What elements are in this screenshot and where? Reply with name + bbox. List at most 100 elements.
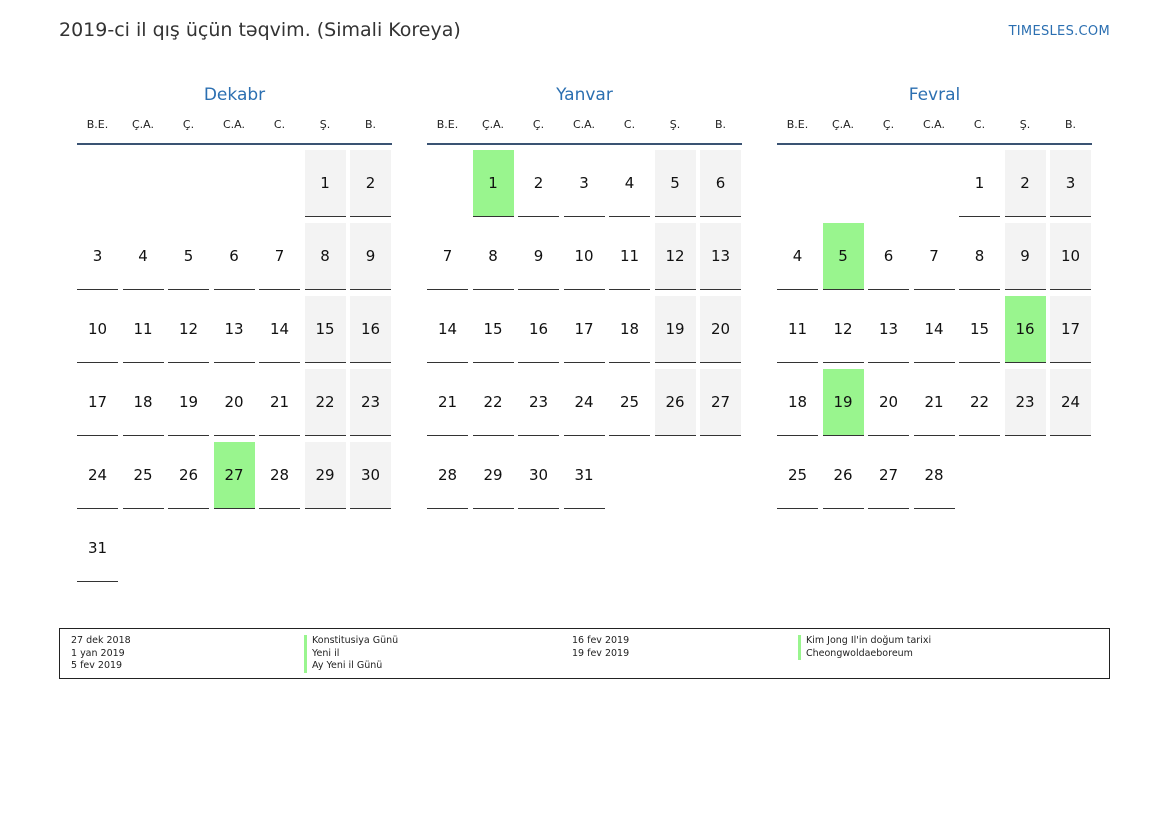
weekday-label: B.E.: [436, 118, 459, 131]
day-cell[interactable]: 12: [654, 223, 696, 290]
day-cell[interactable]: 22: [472, 369, 514, 436]
day-cell[interactable]: 9: [518, 223, 559, 290]
holiday-day-cell[interactable]: 5: [822, 223, 864, 290]
day-cell[interactable]: 3: [563, 150, 605, 217]
weekday-label: Ç.: [532, 118, 545, 131]
day-cell[interactable]: 17: [77, 369, 118, 436]
day-cell[interactable]: 1: [959, 150, 1000, 217]
day-cell[interactable]: 10: [563, 223, 605, 290]
day-cell[interactable]: 2: [350, 150, 391, 217]
day-cell[interactable]: 18: [777, 369, 818, 436]
day-cell[interactable]: 25: [609, 369, 650, 436]
day-cell[interactable]: 3: [1050, 150, 1091, 217]
day-cell[interactable]: 9: [350, 223, 391, 290]
day-cell[interactable]: 8: [304, 223, 346, 290]
day-cell[interactable]: 28: [259, 442, 300, 509]
day-cell[interactable]: 3: [77, 223, 118, 290]
day-cell[interactable]: 6: [868, 223, 909, 290]
day-cell[interactable]: 14: [913, 296, 955, 363]
day-cell[interactable]: 27: [868, 442, 909, 509]
day-cell[interactable]: 17: [1050, 296, 1091, 363]
day-cell[interactable]: 23: [350, 369, 391, 436]
day-cell[interactable]: 5: [168, 223, 209, 290]
day-cell[interactable]: 25: [122, 442, 164, 509]
day-cell[interactable]: 24: [563, 369, 605, 436]
day-cell[interactable]: 12: [168, 296, 209, 363]
day-cell[interactable]: 25: [777, 442, 818, 509]
day-cell[interactable]: 23: [1004, 369, 1046, 436]
holiday-day-cell[interactable]: 27: [213, 442, 255, 509]
day-cell[interactable]: 11: [609, 223, 650, 290]
day-cell[interactable]: 6: [213, 223, 255, 290]
day-cell[interactable]: 24: [1050, 369, 1091, 436]
day-cell[interactable]: 10: [77, 296, 118, 363]
day-cell[interactable]: 13: [213, 296, 255, 363]
day-cell[interactable]: 21: [427, 369, 468, 436]
holiday-day-cell[interactable]: 19: [822, 369, 864, 436]
day-cell[interactable]: 5: [654, 150, 696, 217]
day-cell[interactable]: 14: [259, 296, 300, 363]
holiday-day-cell[interactable]: 16: [1004, 296, 1046, 363]
day-cell[interactable]: 16: [350, 296, 391, 363]
day-cell[interactable]: 7: [259, 223, 300, 290]
day-cell[interactable]: 26: [654, 369, 696, 436]
day-cell[interactable]: 23: [518, 369, 559, 436]
legend-date: 27 dek 2018: [71, 635, 131, 646]
day-cell[interactable]: 22: [959, 369, 1000, 436]
day-cell[interactable]: 29: [304, 442, 346, 509]
day-cell[interactable]: 18: [609, 296, 650, 363]
month-calendar-february: Fevral B.E. Ç.A. Ç. C.A. C. Ş. B. 1 2 3 4 5 6 7 8 9 10 1…: [777, 84, 1092, 509]
legend-holiday-name: Cheongwoldaeboreum: [798, 647, 931, 660]
day-cell[interactable]: 15: [959, 296, 1000, 363]
day-cell[interactable]: 19: [168, 369, 209, 436]
day-cell[interactable]: 30: [350, 442, 391, 509]
day-cell[interactable]: 26: [168, 442, 209, 509]
weekday-header: B.E. Ç.A. Ç. C.A. C. Ş. B.: [777, 106, 1092, 145]
day-cell[interactable]: 19: [654, 296, 696, 363]
day-cell[interactable]: 8: [472, 223, 514, 290]
day-cell[interactable]: 21: [259, 369, 300, 436]
day-cell[interactable]: 20: [700, 296, 741, 363]
day-cell[interactable]: 9: [1004, 223, 1046, 290]
day-cell[interactable]: 2: [518, 150, 559, 217]
day-cell[interactable]: 7: [427, 223, 468, 290]
day-cell[interactable]: 1: [304, 150, 346, 217]
day-cell[interactable]: 13: [868, 296, 909, 363]
day-cell[interactable]: 4: [609, 150, 650, 217]
day-cell[interactable]: 4: [122, 223, 164, 290]
day-cell[interactable]: 31: [77, 515, 118, 582]
day-cell[interactable]: 15: [304, 296, 346, 363]
weekday-label: Ş.: [1019, 118, 1031, 131]
day-cell[interactable]: 17: [563, 296, 605, 363]
weekday-label: C.A.: [222, 118, 245, 131]
day-cell[interactable]: 11: [777, 296, 818, 363]
day-cell[interactable]: 31: [563, 442, 605, 509]
day-cell[interactable]: 6: [700, 150, 741, 217]
day-cell[interactable]: 13: [700, 223, 741, 290]
day-cell[interactable]: 22: [304, 369, 346, 436]
day-cell[interactable]: 7: [913, 223, 955, 290]
day-cell[interactable]: 20: [868, 369, 909, 436]
day-cell[interactable]: 11: [122, 296, 164, 363]
day-cell[interactable]: 4: [777, 223, 818, 290]
site-link[interactable]: TIMESLES.COM: [1009, 24, 1110, 39]
day-cell[interactable]: 20: [213, 369, 255, 436]
day-cell[interactable]: 12: [822, 296, 864, 363]
day-cell[interactable]: 27: [700, 369, 741, 436]
day-cell[interactable]: 29: [472, 442, 514, 509]
day-cell[interactable]: 28: [913, 442, 955, 509]
day-cell[interactable]: 10: [1050, 223, 1091, 290]
day-cell[interactable]: 21: [913, 369, 955, 436]
weekday-label: B.E.: [86, 118, 109, 131]
day-cell[interactable]: 26: [822, 442, 864, 509]
day-cell[interactable]: 18: [122, 369, 164, 436]
day-cell[interactable]: 8: [959, 223, 1000, 290]
day-cell[interactable]: 24: [77, 442, 118, 509]
holiday-day-cell[interactable]: 1: [472, 150, 514, 217]
day-cell[interactable]: 2: [1004, 150, 1046, 217]
day-cell[interactable]: 28: [427, 442, 468, 509]
day-cell[interactable]: 16: [518, 296, 559, 363]
day-cell[interactable]: 30: [518, 442, 559, 509]
day-cell[interactable]: 14: [427, 296, 468, 363]
day-cell[interactable]: 15: [472, 296, 514, 363]
